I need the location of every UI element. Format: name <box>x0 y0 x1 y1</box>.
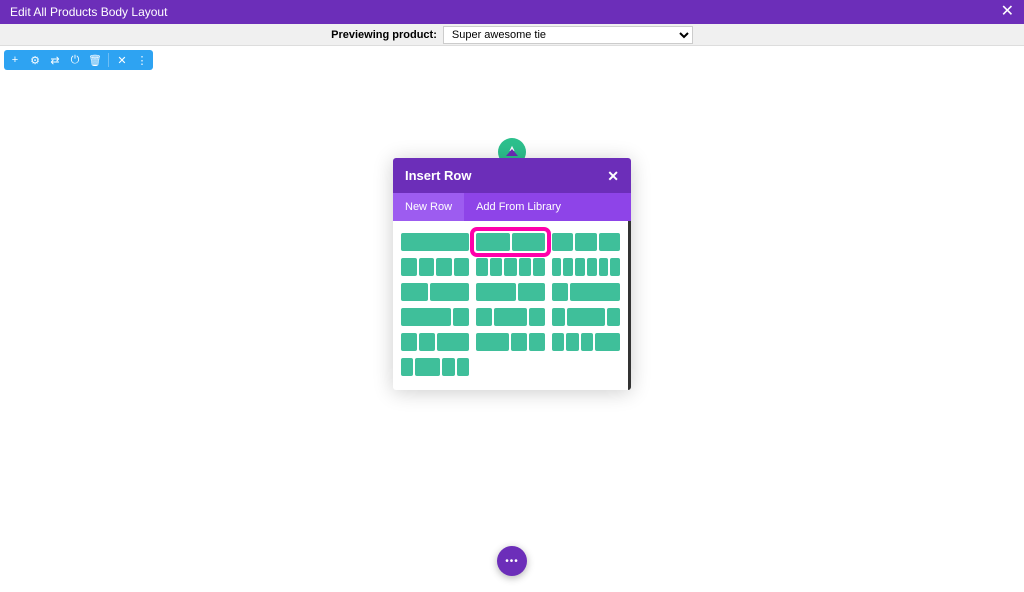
layout-option[interactable] <box>552 233 620 251</box>
layout-col <box>494 308 526 326</box>
layout-col <box>476 333 508 351</box>
layout-col <box>454 258 470 276</box>
layout-option[interactable] <box>476 333 544 351</box>
canvas: ▴ Insert Row ✕ New Row Add From Library … <box>0 46 1024 592</box>
chevron-up-icon: ▴ <box>509 143 514 154</box>
layout-option[interactable] <box>401 358 469 376</box>
layout-option[interactable] <box>401 233 469 251</box>
layout-col <box>552 283 569 301</box>
page-settings-fab[interactable]: ••• <box>497 546 527 576</box>
layout-option[interactable] <box>476 308 544 326</box>
ellipsis-icon: ••• <box>505 556 519 567</box>
layout-option[interactable] <box>401 283 469 301</box>
layout-col <box>570 283 620 301</box>
layout-col <box>610 258 620 276</box>
layout-col <box>587 258 597 276</box>
layout-col <box>419 333 435 351</box>
layout-option[interactable] <box>476 258 544 276</box>
layout-col <box>599 233 620 251</box>
modal-header: Insert Row ✕ <box>393 158 631 193</box>
preview-bar: Previewing product: Super awesome tie <box>0 24 1024 46</box>
layout-col <box>567 308 606 326</box>
layout-col <box>552 333 564 351</box>
layout-col <box>457 358 469 376</box>
layout-col <box>607 308 620 326</box>
layout-col <box>512 233 545 251</box>
layout-col <box>575 258 585 276</box>
layout-col <box>453 308 470 326</box>
layout-col <box>401 258 417 276</box>
preview-product-select[interactable]: Super awesome tie <box>443 26 693 44</box>
layout-option[interactable] <box>476 283 544 301</box>
layout-col <box>581 333 593 351</box>
layout-col <box>529 308 545 326</box>
modal-close-icon[interactable]: ✕ <box>607 169 619 183</box>
layout-option[interactable] <box>401 333 469 351</box>
layout-col <box>552 258 562 276</box>
layout-col <box>519 258 531 276</box>
tab-new-row[interactable]: New Row <box>393 193 464 221</box>
layout-col <box>566 333 578 351</box>
layout-col <box>419 258 435 276</box>
layout-col <box>401 233 469 251</box>
layout-col <box>552 233 573 251</box>
preview-label: Previewing product: <box>331 29 437 41</box>
layout-col <box>518 283 545 301</box>
modal-title: Insert Row <box>405 168 471 183</box>
modal-tabs: New Row Add From Library <box>393 193 631 221</box>
layout-col <box>490 258 502 276</box>
layout-col <box>401 333 417 351</box>
layout-col <box>595 333 620 351</box>
insert-row-modal: Insert Row ✕ New Row Add From Library <box>393 158 631 390</box>
top-bar: Edit All Products Body Layout ✕ <box>0 0 1024 24</box>
layout-col <box>415 358 440 376</box>
layout-col <box>401 358 413 376</box>
layout-col <box>476 258 488 276</box>
top-bar-close-icon[interactable]: ✕ <box>1001 4 1014 20</box>
layout-col <box>436 258 452 276</box>
layout-col <box>529 333 545 351</box>
layout-col <box>476 308 492 326</box>
layout-col <box>504 258 516 276</box>
layout-col <box>533 258 545 276</box>
layout-option[interactable] <box>476 233 544 251</box>
layout-col <box>430 283 470 301</box>
top-bar-title: Edit All Products Body Layout <box>10 5 167 19</box>
layout-option[interactable] <box>552 258 620 276</box>
layout-option[interactable] <box>552 333 620 351</box>
layout-option[interactable] <box>552 308 620 326</box>
layout-col <box>575 233 596 251</box>
layout-col <box>476 283 516 301</box>
layout-option[interactable] <box>401 258 469 276</box>
layout-col <box>599 258 609 276</box>
layout-col <box>401 308 451 326</box>
layout-col <box>442 358 454 376</box>
layout-col <box>511 333 527 351</box>
layout-col <box>401 283 428 301</box>
layout-option[interactable] <box>401 308 469 326</box>
layout-col <box>552 308 565 326</box>
layouts-grid <box>401 233 620 376</box>
layout-option[interactable] <box>552 283 620 301</box>
tab-add-from-library[interactable]: Add From Library <box>464 193 573 221</box>
layout-col <box>476 233 509 251</box>
modal-body <box>393 221 631 390</box>
layout-col <box>437 333 469 351</box>
layout-col <box>563 258 573 276</box>
